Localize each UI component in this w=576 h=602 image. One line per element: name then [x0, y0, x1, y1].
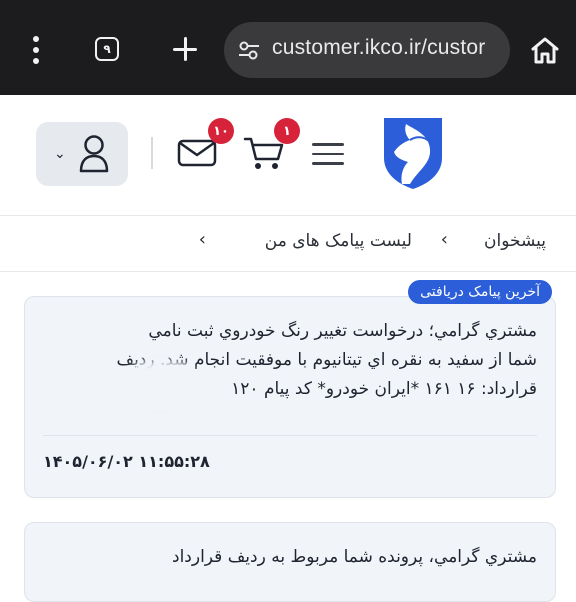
home-icon[interactable] — [530, 36, 560, 64]
address-bar[interactable]: customer.ikco.ir/custor — [224, 22, 510, 78]
site-header: ⌄ — [0, 95, 576, 216]
horse-logo-icon[interactable] — [380, 114, 446, 190]
breadcrumb-dashboard[interactable]: پیشخوان — [484, 231, 546, 251]
tune-icon[interactable] — [238, 40, 260, 60]
browser-toolbar: ۹ customer.ikco.ir/custor — [0, 0, 576, 95]
url-text[interactable]: customer.ikco.ir/custor — [272, 36, 486, 60]
breadcrumb-separator: › — [440, 229, 448, 250]
tab-count: ۹ — [103, 42, 111, 56]
tab-switcher-button[interactable]: ۹ — [95, 37, 119, 61]
hamburger-icon[interactable] — [312, 143, 344, 165]
header-divider — [151, 137, 153, 169]
plus-icon[interactable] — [170, 34, 200, 64]
breadcrumb-my-messages[interactable]: لیست پیامک های من — [265, 231, 412, 251]
user-menu-button[interactable]: ⌄ — [36, 122, 128, 186]
message-timestamp: ۱۴۰۵/۰۶/۰۲ ۱۱:۵۵:۲۸ — [43, 452, 210, 471]
breadcrumb-separator: › — [198, 229, 206, 250]
message-line: مشتري گرامي، پرونده شما مربوط به رديف قر… — [172, 547, 537, 567]
message-line: مشتري گرامي؛ درخواست تغيير رنگ خودروي ثب… — [148, 321, 537, 341]
messages-badge: ۱۰ — [208, 118, 234, 144]
message-line: شما از سفيد به نقره اي تيتانيوم با موفقي… — [116, 350, 537, 370]
message-text: مشتري گرامي؛ درخواست تغيير رنگ خودروي ثب… — [41, 317, 537, 404]
divider — [43, 435, 537, 436]
latest-message-tag: آخرین پیامک دریافتی — [408, 280, 552, 304]
user-icon — [79, 135, 109, 173]
breadcrumb: پیشخوان › لیست پیامک های من › — [0, 215, 576, 272]
more-vert-icon[interactable] — [28, 36, 44, 66]
redacted-area — [133, 369, 191, 399]
cart-badge: ۱ — [274, 118, 300, 144]
chevron-down-icon: ⌄ — [54, 146, 66, 162]
message-card[interactable]: مشتري گرامي؛ درخواست تغيير رنگ خودروي ثب… — [24, 296, 556, 498]
message-text: مشتري گرامي، پرونده شما مربوط به رديف قر… — [41, 543, 537, 572]
message-card[interactable]: مشتري گرامي، پرونده شما مربوط به رديف قر… — [24, 522, 556, 602]
message-line: قرارداد: ۱۶ ۱۶۱ *ايران خودرو* كد پيام ۱۲… — [231, 379, 537, 399]
